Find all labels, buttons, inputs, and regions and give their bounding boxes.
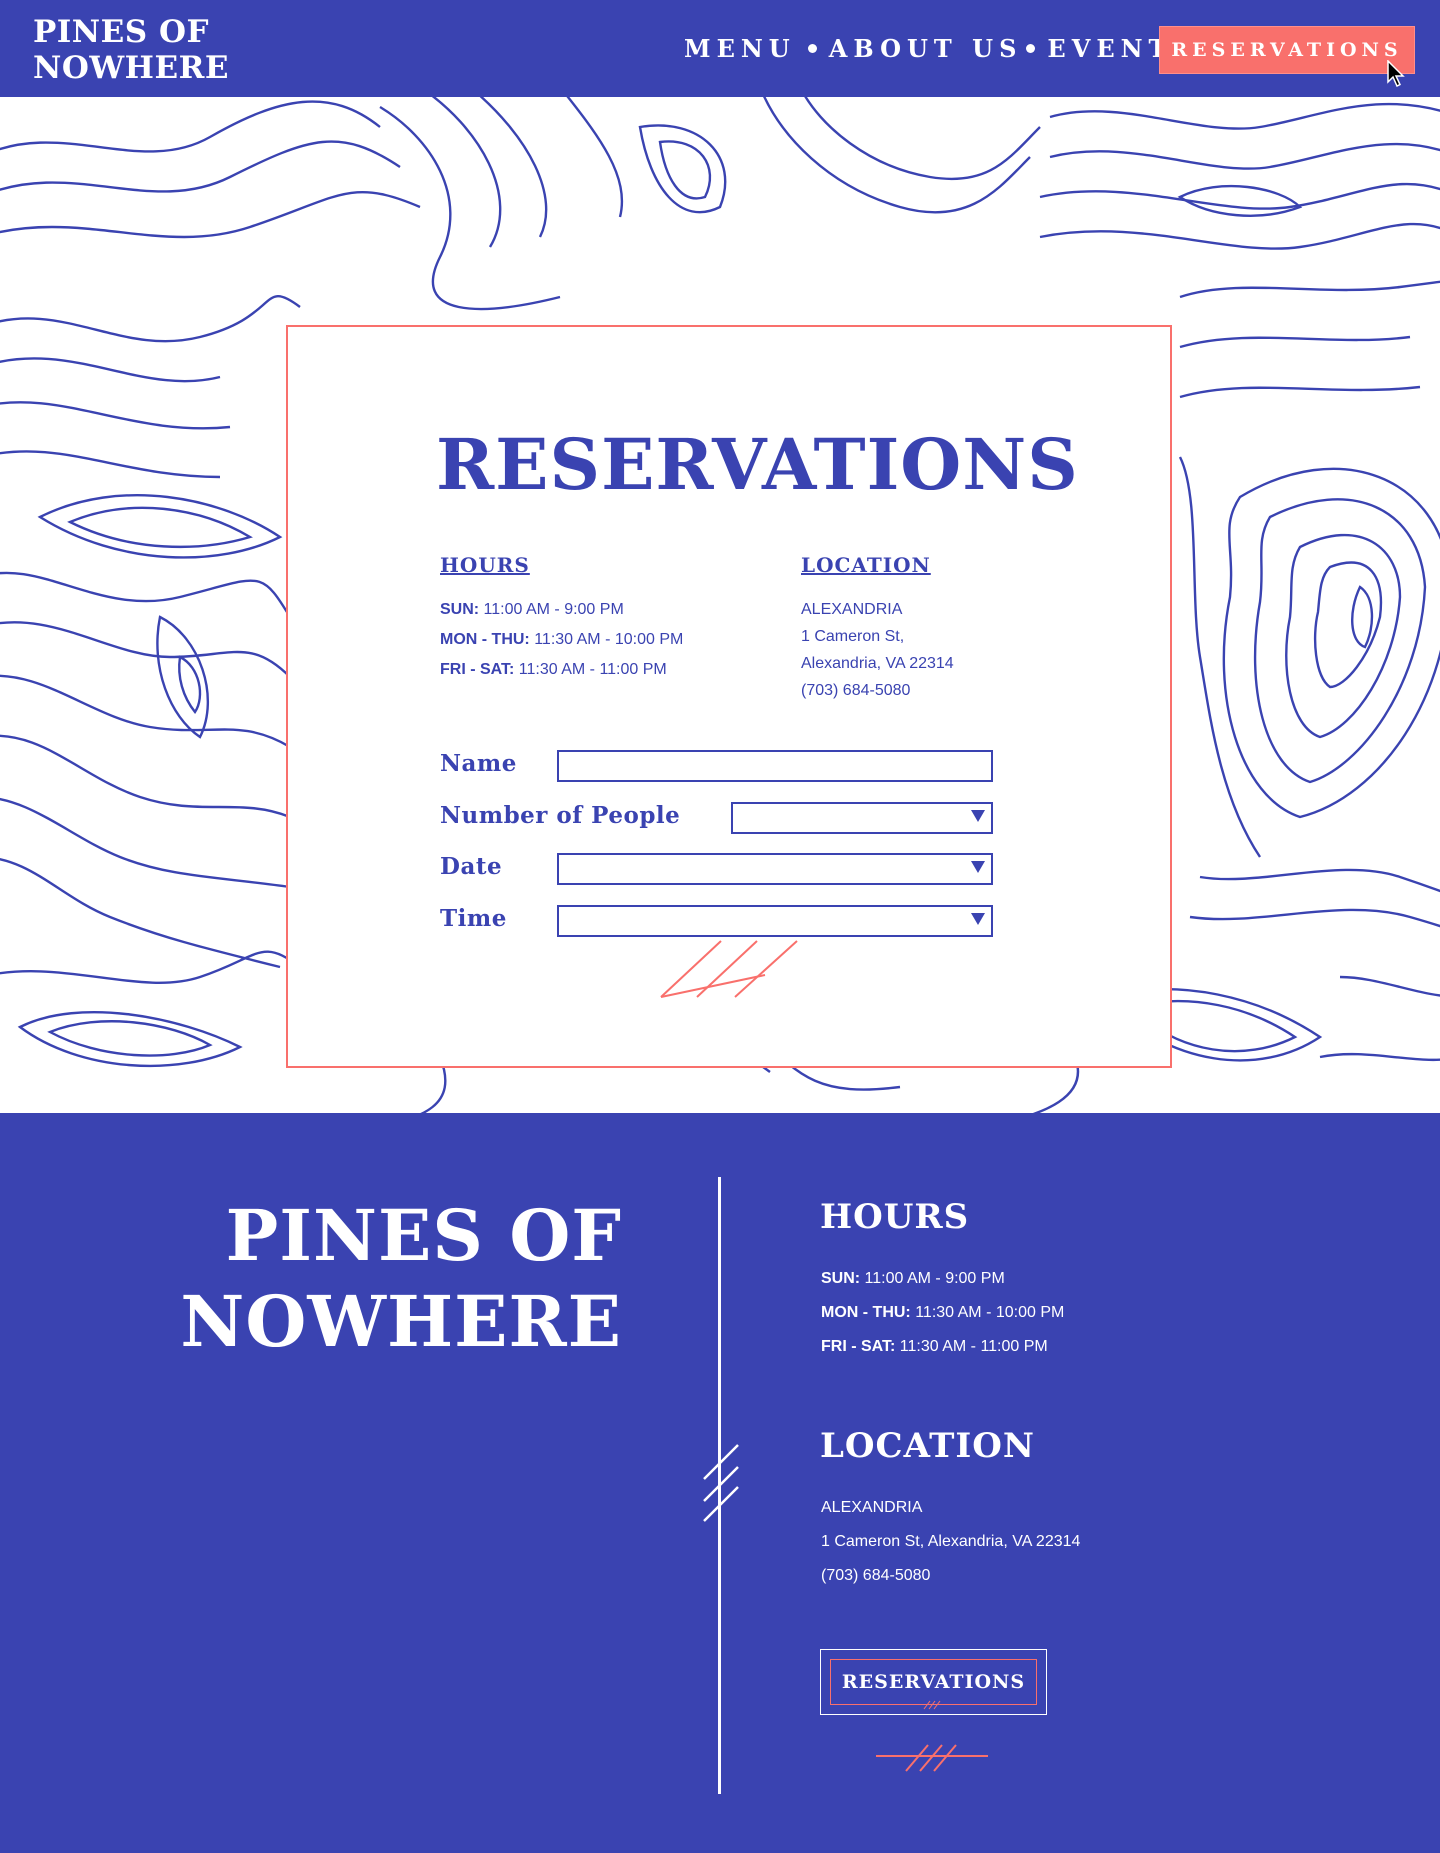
footer-location-line: 1 Cameron St, Alexandria, VA 22314 bbox=[821, 1533, 1081, 1550]
mouse-cursor-icon bbox=[1387, 60, 1405, 88]
logo-line-2: NOWHERE bbox=[33, 50, 229, 86]
hours-row: FRI - SAT: 11:30 AM - 11:00 PM bbox=[440, 661, 667, 679]
time-select[interactable] bbox=[557, 905, 993, 937]
footer-logo: PINES OF NOWHERE bbox=[180, 1193, 622, 1365]
hours-heading: HOURS bbox=[440, 553, 530, 577]
logo-line-1: PINES OF bbox=[33, 14, 209, 50]
hours-time: 11:30 AM - 11:00 PM bbox=[514, 661, 667, 678]
card-title: RESERVATIONS bbox=[436, 423, 1079, 506]
footer-hours-day: MON - THU: bbox=[821, 1304, 911, 1321]
people-select[interactable] bbox=[731, 802, 993, 834]
site-footer: PINES OF NOWHERE HOURS SUN: 11:00 AM - 9… bbox=[0, 1113, 1440, 1853]
nav-item-about-us[interactable]: ABOUT US bbox=[829, 34, 1023, 63]
footer-hours-time: 11:00 AM - 9:00 PM bbox=[860, 1270, 1005, 1287]
hours-row: SUN: 11:00 AM - 9:00 PM bbox=[440, 601, 624, 619]
date-label: Date bbox=[440, 853, 503, 880]
main-nav: MENU ABOUT US EVENTS bbox=[684, 34, 1196, 63]
footer-location-phone[interactable]: (703) 684-5080 bbox=[821, 1567, 930, 1585]
reservations-button[interactable]: RESERVATIONS bbox=[1159, 26, 1415, 74]
hours-day: FRI - SAT: bbox=[440, 661, 515, 678]
location-line: Alexandria, VA 22314 bbox=[801, 655, 954, 672]
footer-hours-day: SUN: bbox=[821, 1270, 861, 1287]
footer-hours-time: 11:30 AM - 10:00 PM bbox=[910, 1304, 1065, 1321]
hours-day: MON - THU: bbox=[440, 631, 530, 648]
dropdown-arrow-icon bbox=[971, 861, 985, 873]
footer-hours-row: MON - THU: 11:30 AM - 10:00 PM bbox=[821, 1304, 1064, 1322]
decorative-slash-mark-icon bbox=[660, 940, 798, 998]
nav-separator-dot bbox=[1026, 44, 1036, 53]
dropdown-arrow-icon bbox=[971, 810, 985, 822]
decorative-slash-mark-icon bbox=[703, 1444, 739, 1522]
nav-item-menu[interactable]: MENU bbox=[684, 34, 796, 63]
nav-separator-dot bbox=[807, 44, 817, 53]
location-line: ALEXANDRIA bbox=[801, 601, 903, 618]
footer-reservations-label: RESERVATIONS bbox=[830, 1659, 1037, 1705]
name-label: Name bbox=[440, 750, 517, 777]
decorative-slash-mark-icon bbox=[876, 1744, 988, 1772]
location-line: 1 Cameron St, bbox=[801, 628, 905, 645]
location-heading: LOCATION bbox=[801, 553, 931, 577]
time-label: Time bbox=[440, 905, 507, 932]
footer-hours-row: SUN: 11:00 AM - 9:00 PM bbox=[821, 1270, 1005, 1288]
hours-day: SUN: bbox=[440, 601, 480, 618]
footer-hours-row: FRI - SAT: 11:30 AM - 11:00 PM bbox=[821, 1338, 1048, 1356]
site-header: PINES OF NOWHERE MENU ABOUT US EVENTS RE… bbox=[0, 0, 1440, 97]
footer-logo-line-1: PINES OF bbox=[225, 1194, 622, 1277]
footer-hours-day: FRI - SAT: bbox=[821, 1338, 896, 1355]
footer-logo-line-2: NOWHERE bbox=[180, 1280, 622, 1363]
footer-hours-time: 11:30 AM - 11:00 PM bbox=[895, 1338, 1048, 1355]
location-phone[interactable]: (703) 684-5080 bbox=[801, 682, 910, 700]
hours-time: 11:00 AM - 9:00 PM bbox=[479, 601, 624, 618]
name-input[interactable] bbox=[557, 750, 993, 782]
decorative-slash-mark-icon bbox=[923, 1700, 941, 1710]
footer-location-line: ALEXANDRIA bbox=[821, 1499, 923, 1516]
hero-section: RESERVATIONS HOURS SUN: 11:00 AM - 9:00 … bbox=[0, 97, 1440, 1113]
people-label: Number of People bbox=[440, 802, 681, 829]
dropdown-arrow-icon bbox=[971, 913, 985, 925]
footer-hours-heading: HOURS bbox=[820, 1197, 970, 1237]
hours-time: 11:30 AM - 10:00 PM bbox=[529, 631, 684, 648]
date-select[interactable] bbox=[557, 853, 993, 885]
hours-row: MON - THU: 11:30 AM - 10:00 PM bbox=[440, 631, 683, 649]
footer-location-heading: LOCATION bbox=[820, 1426, 1036, 1466]
site-logo[interactable]: PINES OF NOWHERE bbox=[33, 14, 229, 86]
